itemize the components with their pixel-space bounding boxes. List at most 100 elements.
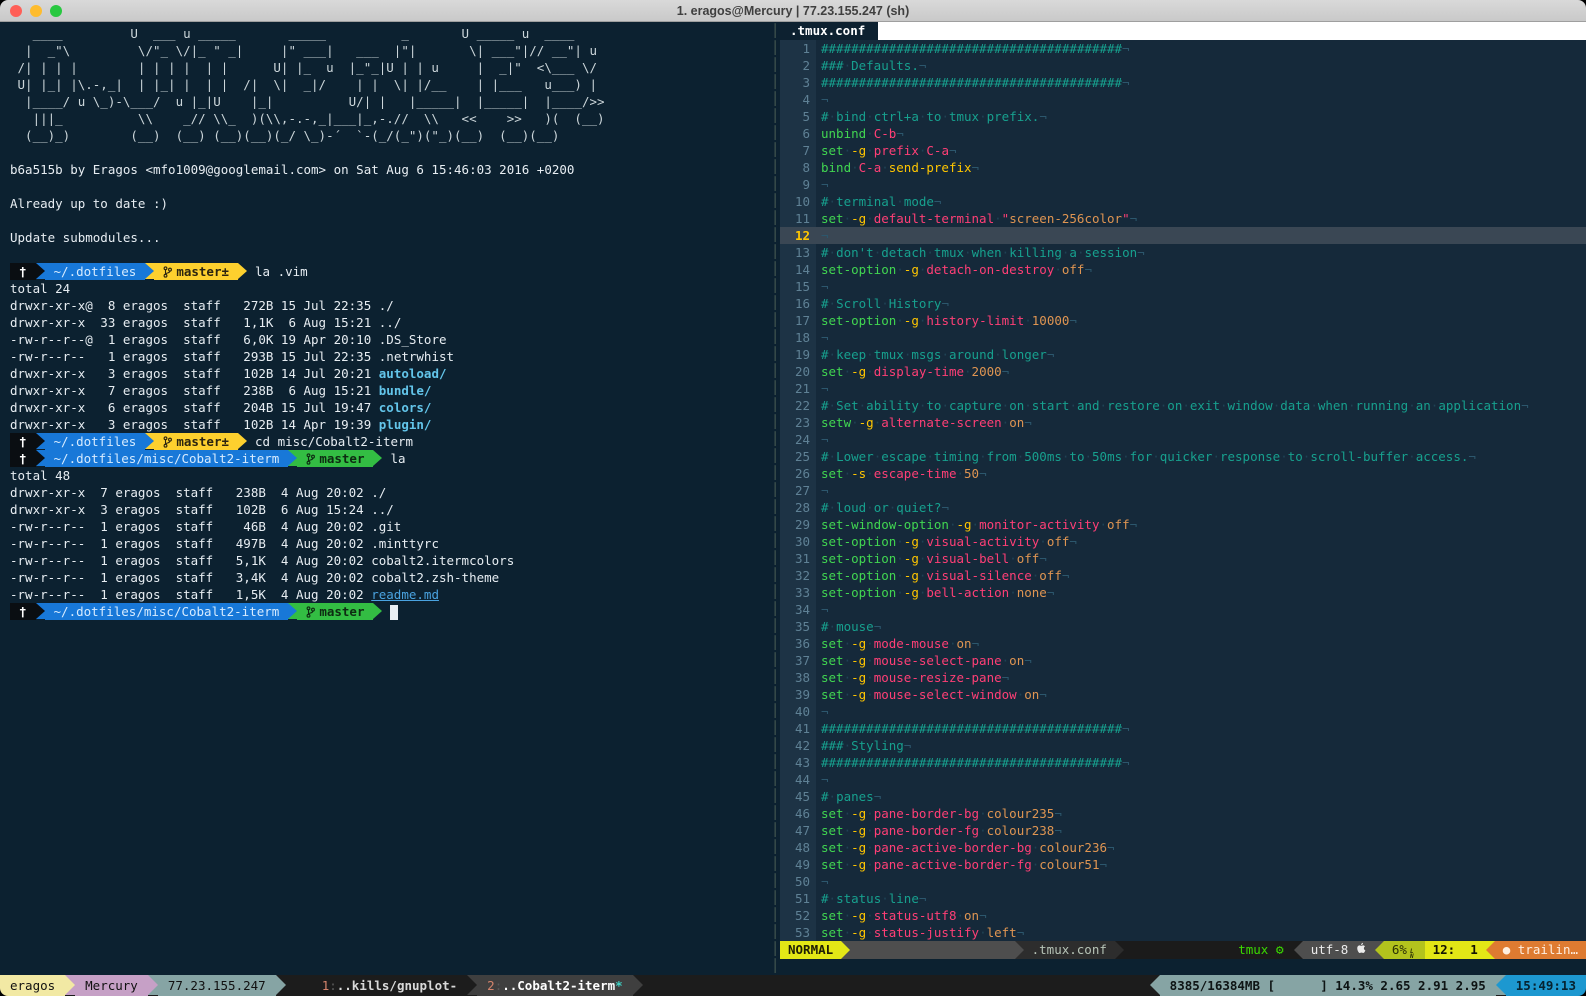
tmux-window-1[interactable]: 1:..kills/gnuplot- bbox=[312, 975, 467, 996]
whitespace-dot: · bbox=[866, 857, 874, 872]
whitespace-dot: · bbox=[829, 619, 837, 634]
tmux-pane-divider[interactable]: │ │ │ │ │ │ │ │ │ │ │ │ │ │ │ │ │ │ │ │ … bbox=[770, 22, 780, 975]
code-token: ######################################## bbox=[821, 755, 1122, 770]
vim-line-text: set·-g·status-justify·left¬ bbox=[816, 924, 1586, 941]
line-number: 14 bbox=[780, 261, 816, 278]
session-name: tmux bbox=[1238, 942, 1268, 957]
whitespace-dot: · bbox=[919, 568, 927, 583]
whitespace-dot: · bbox=[1039, 534, 1047, 549]
vim-line: 16#·Scroll·History¬ bbox=[780, 295, 1586, 312]
window-titlebar[interactable]: 1. eragos@Mercury | 77.23.155.247 (sh) bbox=[0, 0, 1586, 22]
whitespace-dot: · bbox=[1273, 398, 1281, 413]
terminal-line: U| |_| |\.-,_| | |_| | | | /| \| _|/ | |… bbox=[10, 76, 770, 93]
vim-cursor-line: 12¬ bbox=[780, 227, 1586, 244]
code-token: set bbox=[821, 823, 844, 838]
whitespace-dot: · bbox=[844, 211, 852, 226]
memory-value: 8385/16384MB bbox=[1170, 978, 1260, 993]
prompt-cwd-segment: ~/.dotfiles bbox=[45, 433, 146, 450]
code-token: ·mouse-resize-pane bbox=[866, 670, 1001, 685]
code-token: ·-g bbox=[949, 517, 972, 532]
terminal-line: drwxr-xr-x 3 eragos staff 102B 14 Jul 20… bbox=[10, 365, 770, 382]
line-number: 40 bbox=[780, 703, 816, 720]
window-index: 2 bbox=[487, 978, 495, 993]
whitespace-dot: · bbox=[1017, 449, 1025, 464]
whitespace-dot: · bbox=[851, 415, 859, 430]
eol-marker: ¬ bbox=[1024, 415, 1032, 430]
vim-line: 34¬ bbox=[780, 601, 1586, 618]
whitespace-dot: · bbox=[896, 551, 904, 566]
whitespace-dot: · bbox=[881, 296, 889, 311]
vim-statusline: NORMAL master .tmux.conf tmux ⚙ utf-8 6%… bbox=[780, 941, 1586, 959]
vim-line-text: ¬ bbox=[816, 601, 1586, 618]
vim-line-text: set-option·-g·history-limit·10000¬ bbox=[816, 312, 1586, 329]
terminal-line: drwxr-xr-x@ 8 eragos staff 272B 15 Jul 2… bbox=[10, 297, 770, 314]
line-number: 49 bbox=[780, 856, 816, 873]
code-token: ######################################## bbox=[821, 75, 1122, 90]
whitespace-dot: · bbox=[1024, 398, 1032, 413]
terminal-text: Already up to date :) bbox=[10, 196, 168, 211]
whitespace-dot: · bbox=[866, 687, 874, 702]
whitespace-dot: · bbox=[1069, 398, 1077, 413]
terminal-text: drwxr-xr-x 7 eragos staff 238B 6 Aug 15:… bbox=[10, 383, 379, 398]
file-link[interactable]: readme.md bbox=[371, 587, 439, 602]
whitespace-dot: · bbox=[919, 398, 927, 413]
vim-tabline: .tmux.conf bbox=[780, 22, 1586, 40]
powerline-arrow bbox=[276, 975, 286, 995]
code-token: ·on bbox=[949, 636, 972, 651]
whitespace-dot: · bbox=[866, 806, 874, 821]
line-number: 15 bbox=[780, 278, 816, 295]
code-token: unbind bbox=[821, 126, 866, 141]
vim-line-text: ¬ bbox=[816, 431, 1586, 448]
shell-output: ____ U ___ u _____ _____ _ U _____ u ___… bbox=[10, 25, 770, 620]
powerline-arrow bbox=[288, 450, 297, 466]
terminal-text: drwxr-xr-x 6 eragos staff 204B 15 Jul 19… bbox=[10, 400, 379, 415]
terminal-line: Already up to date :) bbox=[10, 195, 770, 212]
line-number: 23 bbox=[780, 414, 816, 431]
whitespace-dot: · bbox=[1002, 398, 1010, 413]
terminal-line: -rw-r--r-- 1 eragos staff 5,1K 4 Aug 20:… bbox=[10, 552, 770, 569]
vim-line: 15¬ bbox=[780, 278, 1586, 295]
whitespace-dot: · bbox=[1212, 449, 1220, 464]
eol-marker: ¬ bbox=[821, 602, 829, 617]
vim-line: 40¬ bbox=[780, 703, 1586, 720]
code-token: ·pane-active-border-fg bbox=[866, 857, 1032, 872]
vim-line-text: #·mouse¬ bbox=[816, 618, 1586, 635]
whitespace-dot: · bbox=[957, 466, 965, 481]
terminal-text: drwxr-xr-x 7 eragos staff 238B 4 Aug 20:… bbox=[10, 485, 371, 500]
code-token: ·-g bbox=[844, 908, 867, 923]
prompt-command-text: la bbox=[390, 451, 405, 466]
code-token: ·" bbox=[994, 211, 1009, 226]
tmux-window-2-active[interactable]: 2:..Cobalt2-iterm* bbox=[477, 975, 632, 996]
line-number: 20 bbox=[780, 363, 816, 380]
terminal-line: drwxr-xr-x 7 eragos staff 238B 6 Aug 15:… bbox=[10, 382, 770, 399]
code-token: set-option bbox=[821, 568, 896, 583]
shell-prompt-line: †~/.dotfiles/misc/Cobalt2-itermmaster bbox=[10, 603, 770, 620]
vim-buffer[interactable]: 1#######################################… bbox=[780, 40, 1586, 941]
line-number: 2 bbox=[780, 57, 816, 74]
whitespace-dot: · bbox=[919, 262, 927, 277]
whitespace-dot: · bbox=[994, 211, 1002, 226]
code-token: ·status-justify bbox=[866, 925, 979, 940]
code-token: ·on bbox=[1002, 653, 1025, 668]
eol-marker: ¬ bbox=[821, 330, 829, 345]
eol-marker: ¬ bbox=[1039, 551, 1047, 566]
vim-line: 51#·status·line¬ bbox=[780, 890, 1586, 907]
terminal-line: Update submodules... bbox=[10, 229, 770, 246]
prompt-command-text: cd misc/Cobalt2-iterm bbox=[255, 434, 413, 449]
whitespace-dot: · bbox=[979, 925, 987, 940]
whitespace-dot: · bbox=[964, 364, 972, 379]
vim-line-text: ¬ bbox=[816, 380, 1586, 397]
code-token: set-option bbox=[821, 551, 896, 566]
code-token: set bbox=[821, 925, 844, 940]
vim-pane[interactable]: .tmux.conf 1############################… bbox=[780, 22, 1586, 975]
line-number: 8 bbox=[780, 159, 816, 176]
code-token: ·-g bbox=[844, 857, 867, 872]
whitespace-dot: · bbox=[874, 415, 882, 430]
whitespace-dot: · bbox=[844, 806, 852, 821]
whitespace-dot: · bbox=[1032, 840, 1040, 855]
vim-tab-filename[interactable]: .tmux.conf bbox=[780, 22, 873, 40]
line-number: 12 bbox=[780, 227, 816, 244]
shell-pane[interactable]: ____ U ___ u _____ _____ _ U _____ u ___… bbox=[0, 22, 770, 975]
powerline-arrow bbox=[148, 975, 158, 995]
eol-marker: ¬ bbox=[1130, 517, 1138, 532]
